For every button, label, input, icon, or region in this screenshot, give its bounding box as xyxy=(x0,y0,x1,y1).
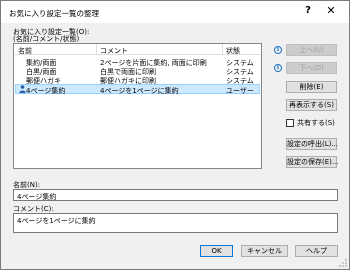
name-value: 4ページ集約 xyxy=(17,193,57,201)
delete-button[interactable]: 削除(E) xyxy=(286,81,337,93)
comment-input[interactable]: 4ページを1ページに集約 xyxy=(13,213,338,233)
row-name: 4ページ集約 xyxy=(26,87,66,95)
ok-button[interactable]: OK xyxy=(200,245,233,257)
row-comment: 4ページを1ページに集約 xyxy=(100,87,179,95)
row-state: ユーザー xyxy=(226,87,254,95)
user-icon xyxy=(19,85,26,93)
title-bar: お気に入り設定一覧の整理 ? ✕ xyxy=(1,1,349,23)
favorites-list[interactable]: 名前 コメント 状態 集約/両面 2ページを片面に集約, 両面に印刷 システム … xyxy=(13,43,262,169)
resize-grip-icon[interactable] xyxy=(338,258,348,268)
move-down-button[interactable]: 下へ(D) xyxy=(286,62,337,74)
list-header: 名前 コメント 状態 xyxy=(14,44,261,55)
help-icon[interactable]: ? xyxy=(301,5,315,16)
load-settings-button[interactable]: 設定の呼出(L)... xyxy=(286,138,338,150)
list-sublabel: (名前/コメント/状態) xyxy=(13,35,80,43)
cancel-button[interactable]: キャンセル xyxy=(241,245,288,257)
window-title: お気に入り設定一覧の整理 xyxy=(9,9,99,18)
column-header-comment[interactable]: コメント xyxy=(100,46,128,56)
column-divider[interactable] xyxy=(96,44,97,55)
name-input[interactable]: 4ページ集約 xyxy=(13,189,338,201)
info-icon: i xyxy=(274,64,282,72)
favorites-dialog: お気に入り設定一覧の整理 ? ✕ お気に入り設定一覧(O): (名前/コメント/… xyxy=(0,0,350,270)
share-checkbox[interactable] xyxy=(286,119,294,127)
redisplay-button[interactable]: 再表示する(S) xyxy=(286,99,337,111)
help-button[interactable]: ヘルプ xyxy=(295,245,338,257)
list-row[interactable]: 集約/両面 2ページを片面に集約, 両面に印刷 システム xyxy=(15,57,260,67)
comment-value: 4ページを1ページに集約 xyxy=(17,217,96,225)
name-label: 名前(N): xyxy=(13,181,41,189)
share-label[interactable]: 共有する(S) xyxy=(297,119,335,127)
list-row-selected[interactable]: 4ページ集約 4ページを1ページに集約 ユーザー xyxy=(15,84,260,95)
column-header-name[interactable]: 名前 xyxy=(18,46,32,56)
column-divider[interactable] xyxy=(222,44,223,55)
save-settings-button[interactable]: 設定の保存(E)... xyxy=(286,156,339,168)
info-icon: i xyxy=(274,46,282,54)
comment-label: コメント(C): xyxy=(13,205,54,213)
list-row[interactable]: 郵便ハガキ 郵便ハガキに印刷 システム xyxy=(15,75,260,85)
move-up-button[interactable]: 上へ(U) xyxy=(286,44,337,56)
list-row[interactable]: 白黒/両面 白黒で両面に印刷 システム xyxy=(15,66,260,76)
column-header-state[interactable]: 状態 xyxy=(226,46,240,56)
close-icon[interactable]: ✕ xyxy=(323,4,339,17)
